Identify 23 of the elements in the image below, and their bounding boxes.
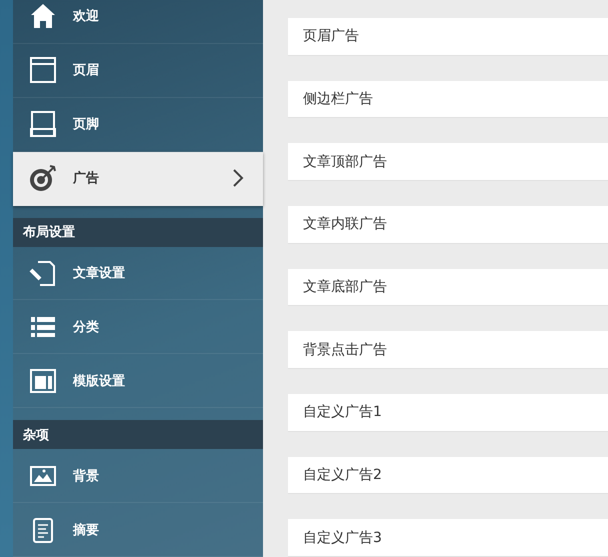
sidebar-item[interactable]: 背景 xyxy=(13,449,263,504)
section-header: 布局设置 xyxy=(13,218,263,247)
document-edit-icon xyxy=(28,258,58,288)
sidebar-item[interactable]: 分类 xyxy=(13,300,263,354)
panel-header[interactable]: 文章底部广告 xyxy=(288,268,608,306)
panel-header[interactable]: 文章内联广告 xyxy=(288,206,608,244)
panel-header[interactable]: 自定义广告2 xyxy=(288,456,608,494)
section-header: 杂项 xyxy=(13,420,263,450)
sidebar-item[interactable]: 广告 xyxy=(13,152,263,206)
panel-header[interactable]: 自定义广告3 xyxy=(288,519,608,557)
panel-header[interactable]: 侧边栏广告 xyxy=(288,80,608,118)
panel-header[interactable]: 页眉广告 xyxy=(288,18,608,56)
target-icon xyxy=(28,163,58,194)
panel-header[interactable]: 自定义广告1 xyxy=(288,394,608,432)
sidebar-item[interactable]: 模版设置 xyxy=(13,354,263,408)
footer-icon xyxy=(28,109,58,140)
sidebar-item[interactable]: 文章设置 xyxy=(13,246,263,300)
sidebar-item[interactable]: 页眉 xyxy=(13,44,263,98)
sidebar-item[interactable]: 摘要 xyxy=(13,503,263,557)
chevron-right-icon xyxy=(231,168,245,188)
panel-header[interactable]: 背景点击广告 xyxy=(288,331,608,370)
panel-header[interactable]: 文章顶部广告 xyxy=(288,143,608,182)
sidebar-item[interactable]: 欢迎 xyxy=(13,0,263,44)
